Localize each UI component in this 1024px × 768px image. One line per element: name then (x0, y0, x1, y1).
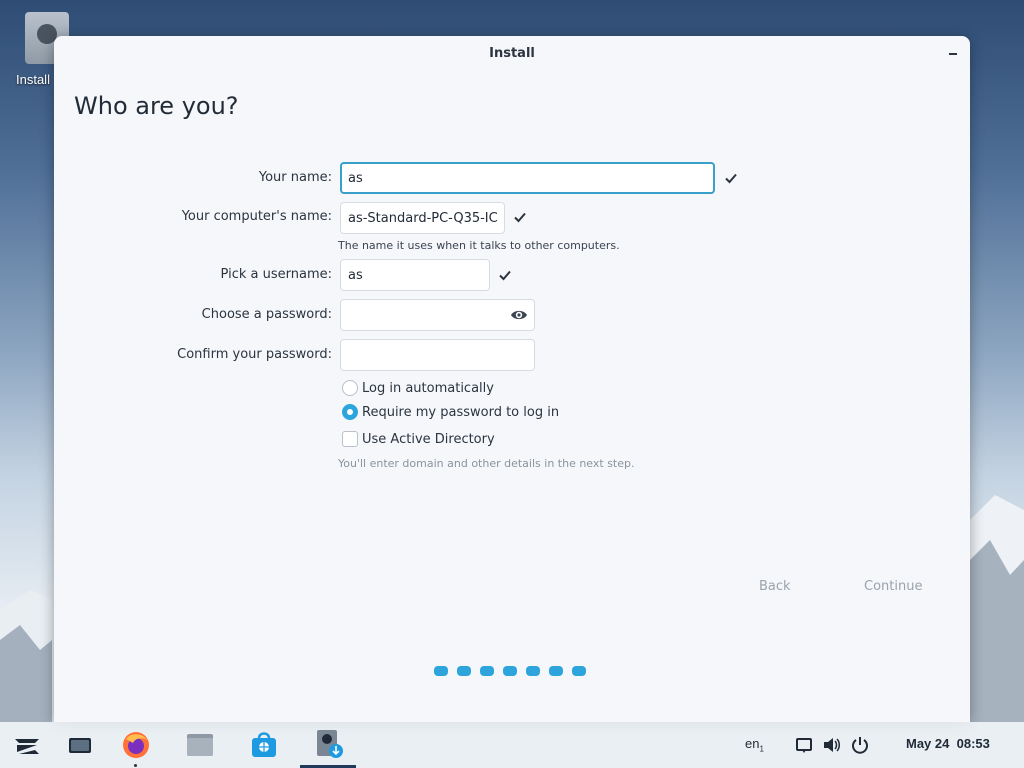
clock[interactable]: May 24 08:53 (906, 736, 990, 751)
progress-step-dot (572, 666, 586, 676)
username-input[interactable]: as (340, 259, 490, 291)
progress-step-dot (434, 666, 448, 676)
firefox-icon[interactable] (120, 729, 152, 761)
login-automatically-radio[interactable] (342, 380, 358, 396)
notification-icon[interactable] (794, 735, 814, 755)
workspaces-icon[interactable] (66, 731, 94, 759)
computer-name-label: Your computer's name: (181, 209, 332, 224)
page-title: Who are you? (74, 92, 239, 120)
clock-date: May 24 (906, 736, 950, 751)
require-password-label[interactable]: Require my password to log in (362, 405, 559, 420)
login-automatically-label[interactable]: Log in automatically (362, 381, 494, 396)
continue-button[interactable]: Continue (864, 579, 922, 594)
progress-step-dot (480, 666, 494, 676)
active-directory-label[interactable]: Use Active Directory (362, 432, 495, 447)
password-label: Choose a password: (201, 307, 332, 322)
show-password-eye-icon[interactable] (510, 306, 528, 324)
name-valid-check-icon (725, 173, 737, 184)
name-label: Your name: (258, 170, 332, 185)
desktop-icon-label: Install (16, 72, 50, 87)
minimize-button[interactable] (944, 44, 962, 62)
active-directory-checkbox[interactable] (342, 431, 358, 447)
files-icon[interactable] (184, 729, 216, 761)
window-title: Install (489, 46, 535, 61)
computer-name-hint: The name it uses when it talks to other … (338, 239, 620, 252)
username-label: Pick a username: (220, 267, 332, 282)
firefox-running-indicator (134, 764, 137, 767)
keyboard-layout-sub: 1 (759, 744, 764, 754)
computer-name-input[interactable]: as-Standard-PC-Q35-IC (340, 202, 505, 234)
username-valid-check-icon (499, 270, 511, 281)
installer-taskbar-icon[interactable] (312, 727, 346, 761)
name-input[interactable]: as (340, 162, 715, 194)
back-button[interactable]: Back (759, 579, 791, 594)
taskbar: en1 May 24 08:53 (0, 722, 1024, 768)
installer-window: Install Who are you? Your name: as Your … (54, 36, 970, 722)
volume-icon[interactable] (822, 735, 842, 755)
active-directory-hint: You'll enter domain and other details in… (338, 457, 635, 470)
keyboard-layout-label: en (745, 736, 760, 751)
progress-step-dot (549, 666, 563, 676)
confirm-password-label: Confirm your password: (177, 347, 332, 362)
keyboard-layout-indicator[interactable]: en1 (745, 736, 764, 754)
require-password-radio[interactable] (342, 404, 358, 420)
software-store-icon[interactable] (248, 729, 280, 761)
zorin-menu-icon[interactable] (12, 730, 42, 760)
power-icon[interactable] (850, 735, 870, 755)
window-titlebar[interactable]: Install (54, 36, 970, 72)
computer-name-valid-check-icon (514, 212, 526, 223)
progress-step-dot (503, 666, 517, 676)
confirm-password-input[interactable] (340, 339, 535, 371)
password-input[interactable] (340, 299, 535, 331)
progress-step-dot (457, 666, 471, 676)
progress-step-dot (526, 666, 540, 676)
clock-time: 08:53 (956, 736, 990, 751)
step-progress-indicator (434, 666, 586, 678)
